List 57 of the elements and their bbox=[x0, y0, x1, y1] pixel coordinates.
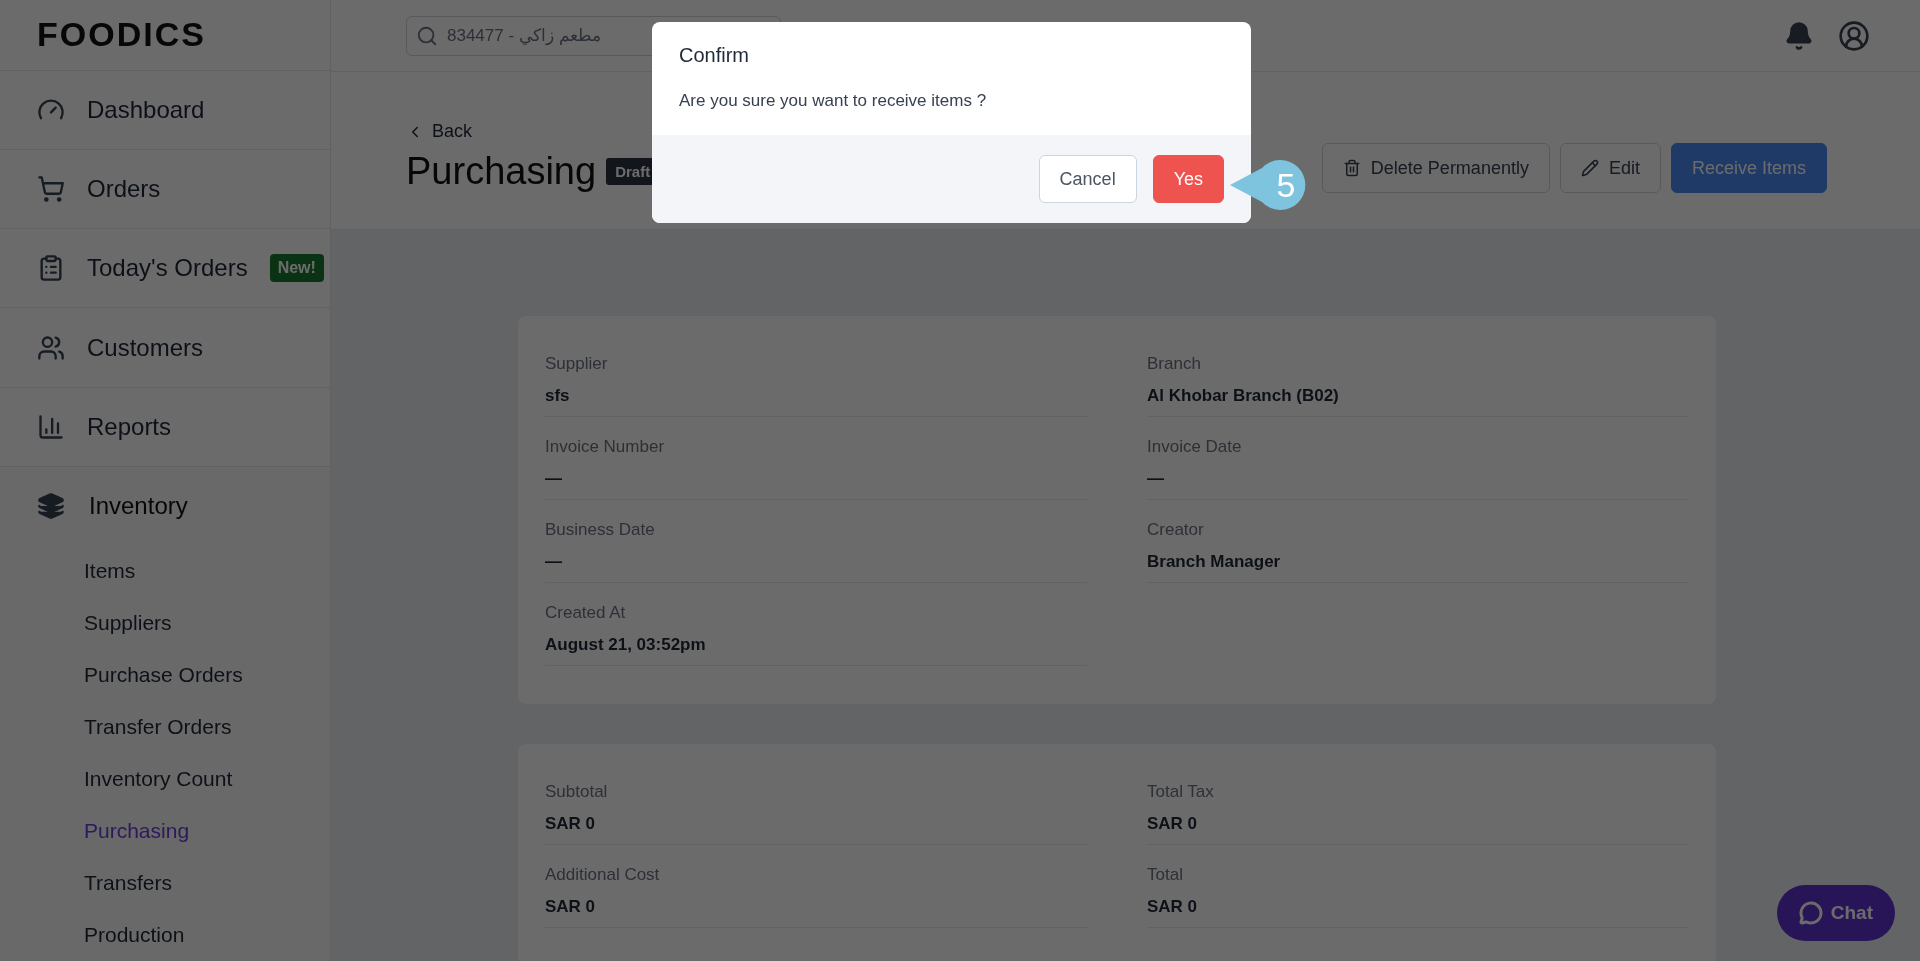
sidebar-item[interactable]: Customers bbox=[0, 308, 330, 388]
field-value: Branch Manager bbox=[1147, 552, 1282, 572]
dialog-button[interactable]: Yes bbox=[1152, 155, 1224, 203]
trash-icon bbox=[1342, 159, 1361, 177]
field-label: Subtotal bbox=[545, 782, 609, 802]
field-value: August 21, 03:52pm bbox=[545, 635, 707, 655]
bar-chart-icon bbox=[37, 412, 65, 441]
field-label: Supplier bbox=[545, 354, 609, 374]
sidebar-subitem[interactable]: Transfers bbox=[0, 857, 330, 909]
sidebar-subitem[interactable]: Purchasing bbox=[0, 805, 330, 857]
field-value: SAR 0 bbox=[1147, 814, 1199, 834]
field-label: Invoice Date bbox=[1147, 437, 1243, 457]
field-label: Additional Cost bbox=[545, 865, 661, 885]
bell-icon[interactable] bbox=[1784, 20, 1814, 51]
field-value: SAR 0 bbox=[1147, 897, 1199, 917]
pencil-icon bbox=[1580, 159, 1599, 177]
field-value: SAR 0 bbox=[545, 897, 597, 917]
chat-icon bbox=[1798, 901, 1823, 925]
layers-icon bbox=[37, 492, 65, 520]
sidebar-item[interactable]: Orders bbox=[0, 149, 330, 230]
page-title: Purchasing bbox=[406, 150, 597, 193]
sidebar-item[interactable]: Inventory bbox=[0, 467, 330, 545]
sidebar-subitem[interactable]: Transfer Orders bbox=[0, 701, 330, 753]
field-label: Created At bbox=[545, 603, 627, 623]
sidebar-item[interactable]: Today's Orders New! bbox=[0, 229, 330, 309]
new-badge: New! bbox=[269, 254, 324, 283]
sidebar-subitem[interactable]: Inventory Count bbox=[0, 753, 330, 805]
field-label: Branch bbox=[1147, 354, 1202, 374]
action-button[interactable]: Delete Permanently bbox=[1321, 143, 1550, 193]
user-icon[interactable] bbox=[1838, 19, 1870, 52]
sidebar-subitem[interactable]: Suppliers bbox=[0, 597, 330, 649]
sidebar-subitem[interactable]: Items bbox=[0, 545, 330, 597]
field-label: Creator bbox=[1147, 520, 1205, 540]
chat-button[interactable]: Chat bbox=[1776, 885, 1895, 941]
field-label: Total Tax bbox=[1147, 782, 1215, 802]
foodics-logo: FOODICS bbox=[0, 0, 330, 71]
dialog-message: Are you sure you want to receive items ? bbox=[678, 90, 988, 112]
dialog-button[interactable]: Cancel bbox=[1038, 155, 1137, 203]
field-label: Business Date bbox=[545, 520, 656, 540]
field-value: Al Khobar Branch (B02) bbox=[1147, 386, 1340, 406]
back-link[interactable]: Back bbox=[406, 121, 660, 142]
sidebar-subitem[interactable]: Purchase Orders bbox=[0, 649, 330, 701]
users-icon bbox=[37, 333, 65, 362]
sidebar-item[interactable]: Dashboard bbox=[0, 70, 330, 150]
search-icon bbox=[416, 24, 438, 47]
field-value: sfs bbox=[545, 386, 571, 406]
field-value: — bbox=[1147, 469, 1165, 489]
field-value: — bbox=[545, 552, 563, 572]
cart-icon bbox=[37, 174, 65, 203]
field-value: — bbox=[545, 469, 563, 489]
field-label: Invoice Number bbox=[545, 437, 666, 457]
sidebar-item[interactable]: Reports bbox=[0, 387, 330, 467]
action-button[interactable]: Receive Items bbox=[1670, 143, 1827, 193]
action-button[interactable]: Edit bbox=[1559, 143, 1661, 193]
field-label: Total bbox=[1147, 865, 1184, 885]
field-value: SAR 0 bbox=[545, 814, 597, 834]
sidebar-subitem[interactable]: Production bbox=[0, 909, 330, 961]
